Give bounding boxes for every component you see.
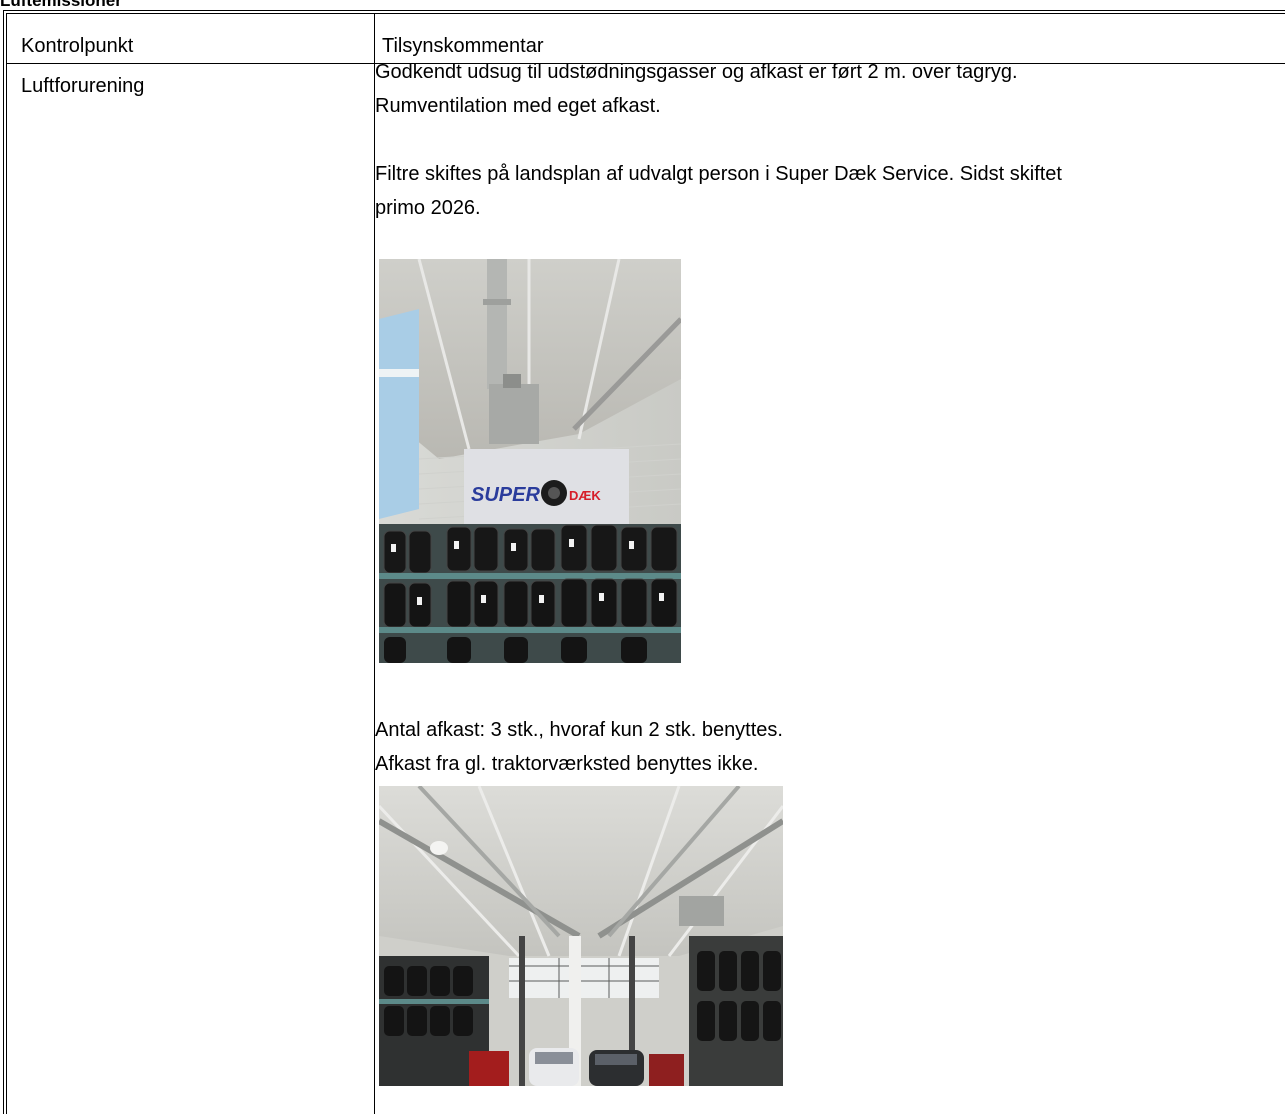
photo-tire-wall: SUPER DÆK bbox=[379, 259, 681, 663]
header-kontrolpunkt: Kontrolpunkt bbox=[21, 35, 134, 57]
comment-line: primo 2026. bbox=[375, 197, 481, 219]
comment-line: Afkast fra gl. traktorværksted benyttes … bbox=[375, 753, 759, 775]
comment-blank-line bbox=[375, 123, 1275, 157]
comment-line: Godkendt udsug til udstødningsgasser og … bbox=[375, 61, 1018, 83]
comment-text-bottom: Antal afkast: 3 stk., hvoraf kun 2 stk. … bbox=[375, 713, 783, 781]
photo-logo-daek: DÆK bbox=[569, 488, 601, 503]
comment-line: Filtre skiftes på landsplan af udvalgt p… bbox=[375, 163, 1062, 185]
photo-logo-super: SUPER bbox=[471, 484, 540, 506]
comment-text-top: Godkendt udsug til udstødningsgasser og … bbox=[375, 55, 1275, 225]
row-label-luftforurening: Luftforurening bbox=[21, 75, 145, 97]
comment-line: Antal afkast: 3 stk., hvoraf kun 2 stk. … bbox=[375, 719, 783, 741]
comment-line: Rumventilation med eget afkast. bbox=[375, 95, 661, 117]
photo-workshop-ceiling bbox=[379, 786, 783, 1086]
